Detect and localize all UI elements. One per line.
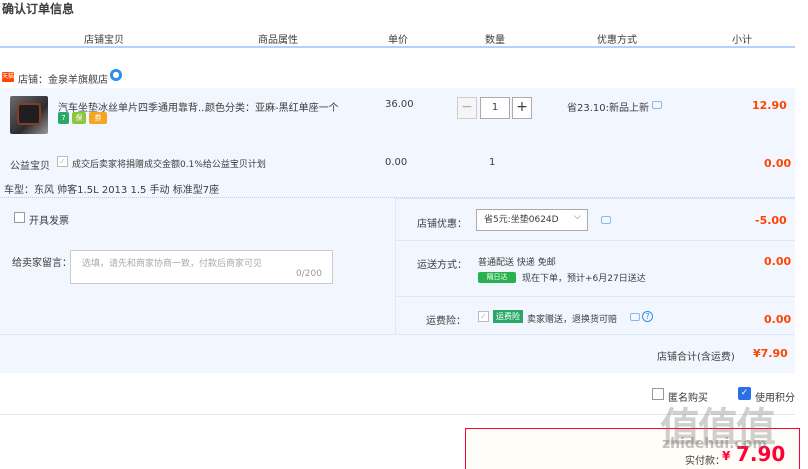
product-attribute: 颜色分类：亚麻-黑红单座一个 [205, 103, 339, 114]
shop-promo-label: 店铺优惠： [417, 219, 467, 230]
charity-label: 公益宝贝 [10, 161, 50, 172]
charity-qty: 1 [489, 157, 496, 168]
charity-checkbox: ✓ [57, 156, 68, 167]
shipping-label: 运送方式： [417, 260, 467, 271]
insurance-checkbox: ✓ [478, 311, 489, 322]
divider [0, 334, 795, 335]
seat-image-icon [17, 103, 41, 125]
chevron-down-icon[interactable]: ⌵ [574, 212, 581, 222]
shipping-method: 普通配送 快递 免邮 [478, 258, 556, 268]
watermark-url: zhidehui.com [662, 436, 767, 452]
charity-text: 成交后卖家将捐赠成交金额0.1%给公益宝贝计划 [72, 160, 266, 170]
charity-subtotal: 0.00 [764, 157, 792, 170]
insurance-text: 卖家赠送，退换货可赔 [527, 315, 618, 325]
shop-promo-select[interactable]: 省5元:坐垫0624D [476, 209, 588, 231]
next-day-badge: 隔日达 [478, 272, 516, 283]
table-header: 店铺宝贝 商品属性 单价 数量 优惠方式 小计 [0, 26, 795, 48]
invoice-label[interactable]: 开具发票 [29, 212, 69, 227]
col-header-promo: 优惠方式 [597, 35, 637, 46]
insurance-value: 0.00 [764, 313, 792, 326]
payment-label: 实付款： [685, 456, 725, 467]
shipping-eta: 现在下单，预计+6月27日送达 [522, 274, 646, 284]
item-promo: 省23.10:新品上新 [567, 103, 649, 114]
shop-name-link[interactable]: 店铺：金泉羊旗舰店 [18, 71, 108, 86]
note-label: 给卖家留言： [12, 258, 72, 269]
tag-7day-icon[interactable]: 7 [58, 112, 69, 124]
qty-increase-button[interactable]: + [512, 97, 532, 119]
shop-total-label: 店铺合计(含运费) [657, 352, 735, 363]
shop-promo-value: -5.00 [755, 214, 787, 227]
col-header-subtotal: 小计 [732, 35, 752, 46]
comment-icon[interactable] [652, 101, 662, 109]
comment-icon[interactable] [630, 313, 640, 321]
comment-icon[interactable] [601, 216, 611, 224]
note-placeholder: 选填，请先和商家协商一致，付款后商家可见 [82, 259, 263, 269]
chat-icon[interactable]: ● [110, 69, 122, 81]
shop-total-value: ¥7.90 [753, 347, 788, 360]
tmall-badge: 天猫 [2, 72, 15, 82]
unit-price: 36.00 [385, 99, 414, 110]
col-header-price: 单价 [388, 35, 408, 46]
invoice-checkbox[interactable] [14, 212, 25, 223]
insurance-label: 运费险： [426, 316, 466, 327]
help-icon[interactable]: ? [642, 311, 653, 322]
col-header-attr: 商品属性 [258, 35, 298, 46]
car-model-info: 车型：东风 帅客1.5L 2013 1.5 手动 标准型7座 [4, 185, 220, 196]
page-title: 确认订单信息 [2, 2, 75, 16]
col-header-qty: 数量 [485, 35, 505, 46]
item-subtotal: 12.90 [752, 99, 787, 112]
qty-input[interactable]: 1 [480, 97, 510, 119]
charity-price: 0.00 [385, 157, 408, 168]
divider [396, 296, 795, 297]
tag-coupon-icon[interactable]: 券 [89, 112, 107, 124]
divider [396, 240, 795, 241]
shipping-value: 0.00 [764, 255, 792, 268]
tag-guarantee-icon[interactable]: 保 [72, 112, 86, 124]
insurance-badge: 运费险 [493, 310, 523, 323]
col-header-item: 店铺宝贝 [84, 35, 124, 46]
note-char-count: 0/200 [296, 269, 322, 279]
qty-decrease-button[interactable]: − [457, 97, 477, 119]
